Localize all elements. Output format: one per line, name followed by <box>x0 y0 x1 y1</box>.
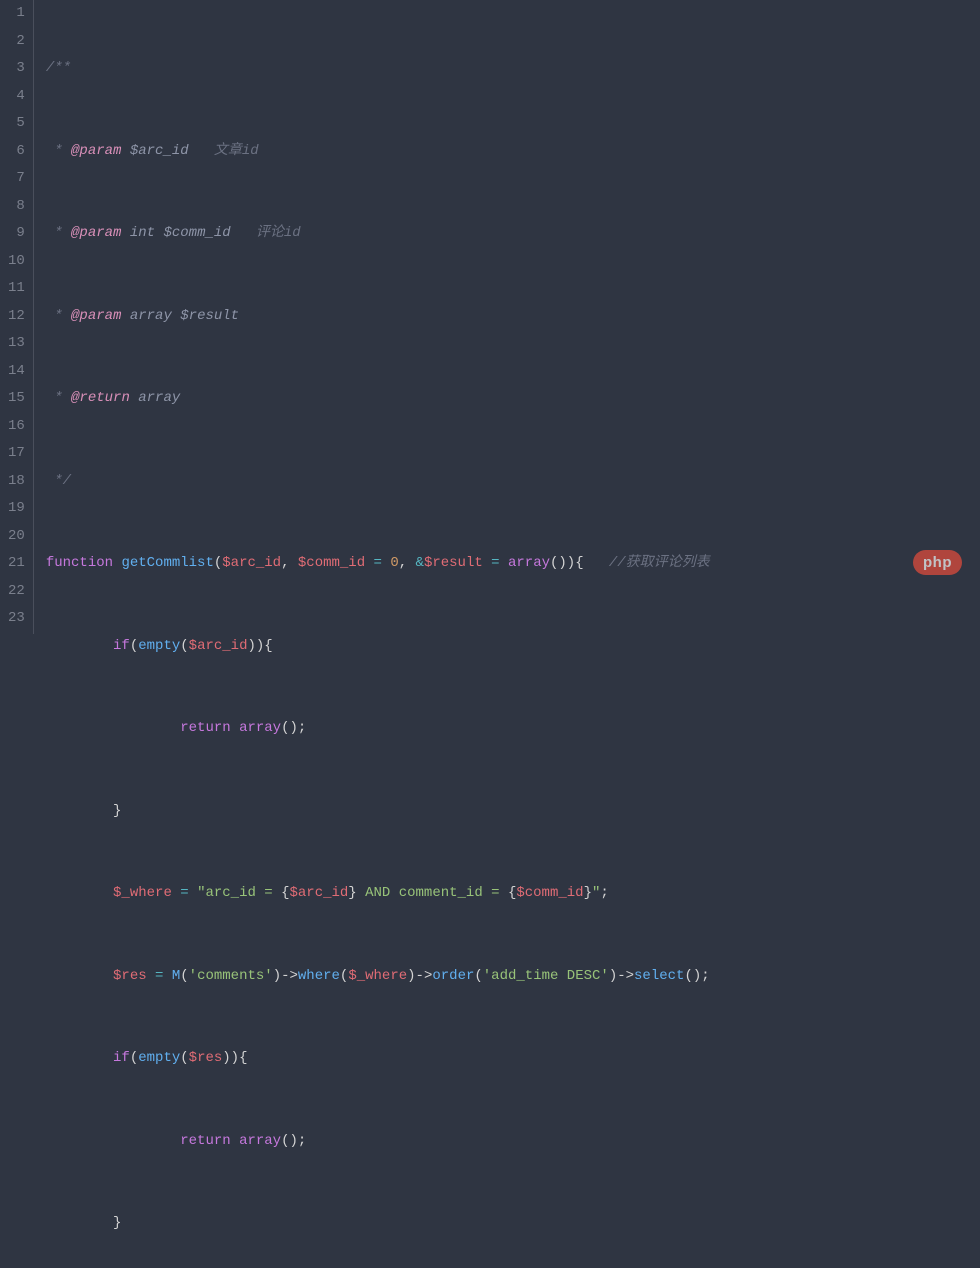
line-number: 14 <box>8 358 25 386</box>
code-area[interactable]: /** * @param $arc_id 文章id * @param int $… <box>34 0 980 634</box>
code-line: } <box>46 1210 980 1238</box>
line-number-gutter: 1 2 3 4 5 6 7 8 9 10 11 12 13 14 15 16 1… <box>0 0 34 634</box>
watermark-text: php <box>913 550 962 575</box>
code-line: return array(); <box>46 715 980 743</box>
line-number: 23 <box>8 605 25 633</box>
line-number: 17 <box>8 440 25 468</box>
line-number: 19 <box>8 495 25 523</box>
code-line: */ <box>46 468 980 496</box>
line-number: 22 <box>8 578 25 606</box>
line-number: 6 <box>8 138 25 166</box>
line-number: 12 <box>8 303 25 331</box>
code-line: * @param array $result <box>46 303 980 331</box>
code-line: $_where = "arc_id = {$arc_id} AND commen… <box>46 880 980 908</box>
watermark-badge: php <box>863 522 962 607</box>
code-line: function getCommlist($arc_id, $comm_id =… <box>46 550 980 578</box>
line-number: 3 <box>8 55 25 83</box>
code-line: $res = M('comments')->where($_where)->or… <box>46 963 980 991</box>
line-number: 16 <box>8 413 25 441</box>
line-number: 2 <box>8 28 25 56</box>
code-line: * @return array <box>46 385 980 413</box>
line-number: 13 <box>8 330 25 358</box>
code-line: if(empty($res)){ <box>46 1045 980 1073</box>
line-number: 18 <box>8 468 25 496</box>
line-number: 1 <box>8 0 25 28</box>
line-number: 4 <box>8 83 25 111</box>
code-line: if(empty($arc_id)){ <box>46 633 980 661</box>
line-number: 21 <box>8 550 25 578</box>
code-line: } <box>46 798 980 826</box>
code-line: * @param $arc_id 文章id <box>46 138 980 166</box>
code-line: return array(); <box>46 1128 980 1156</box>
line-number: 7 <box>8 165 25 193</box>
code-line: /** <box>46 55 980 83</box>
line-number: 15 <box>8 385 25 413</box>
line-number: 8 <box>8 193 25 221</box>
line-number: 10 <box>8 248 25 276</box>
line-number: 11 <box>8 275 25 303</box>
line-number: 20 <box>8 523 25 551</box>
code-editor: 1 2 3 4 5 6 7 8 9 10 11 12 13 14 15 16 1… <box>0 0 980 634</box>
line-number: 9 <box>8 220 25 248</box>
line-number: 5 <box>8 110 25 138</box>
code-line: * @param int $comm_id 评论id <box>46 220 980 248</box>
